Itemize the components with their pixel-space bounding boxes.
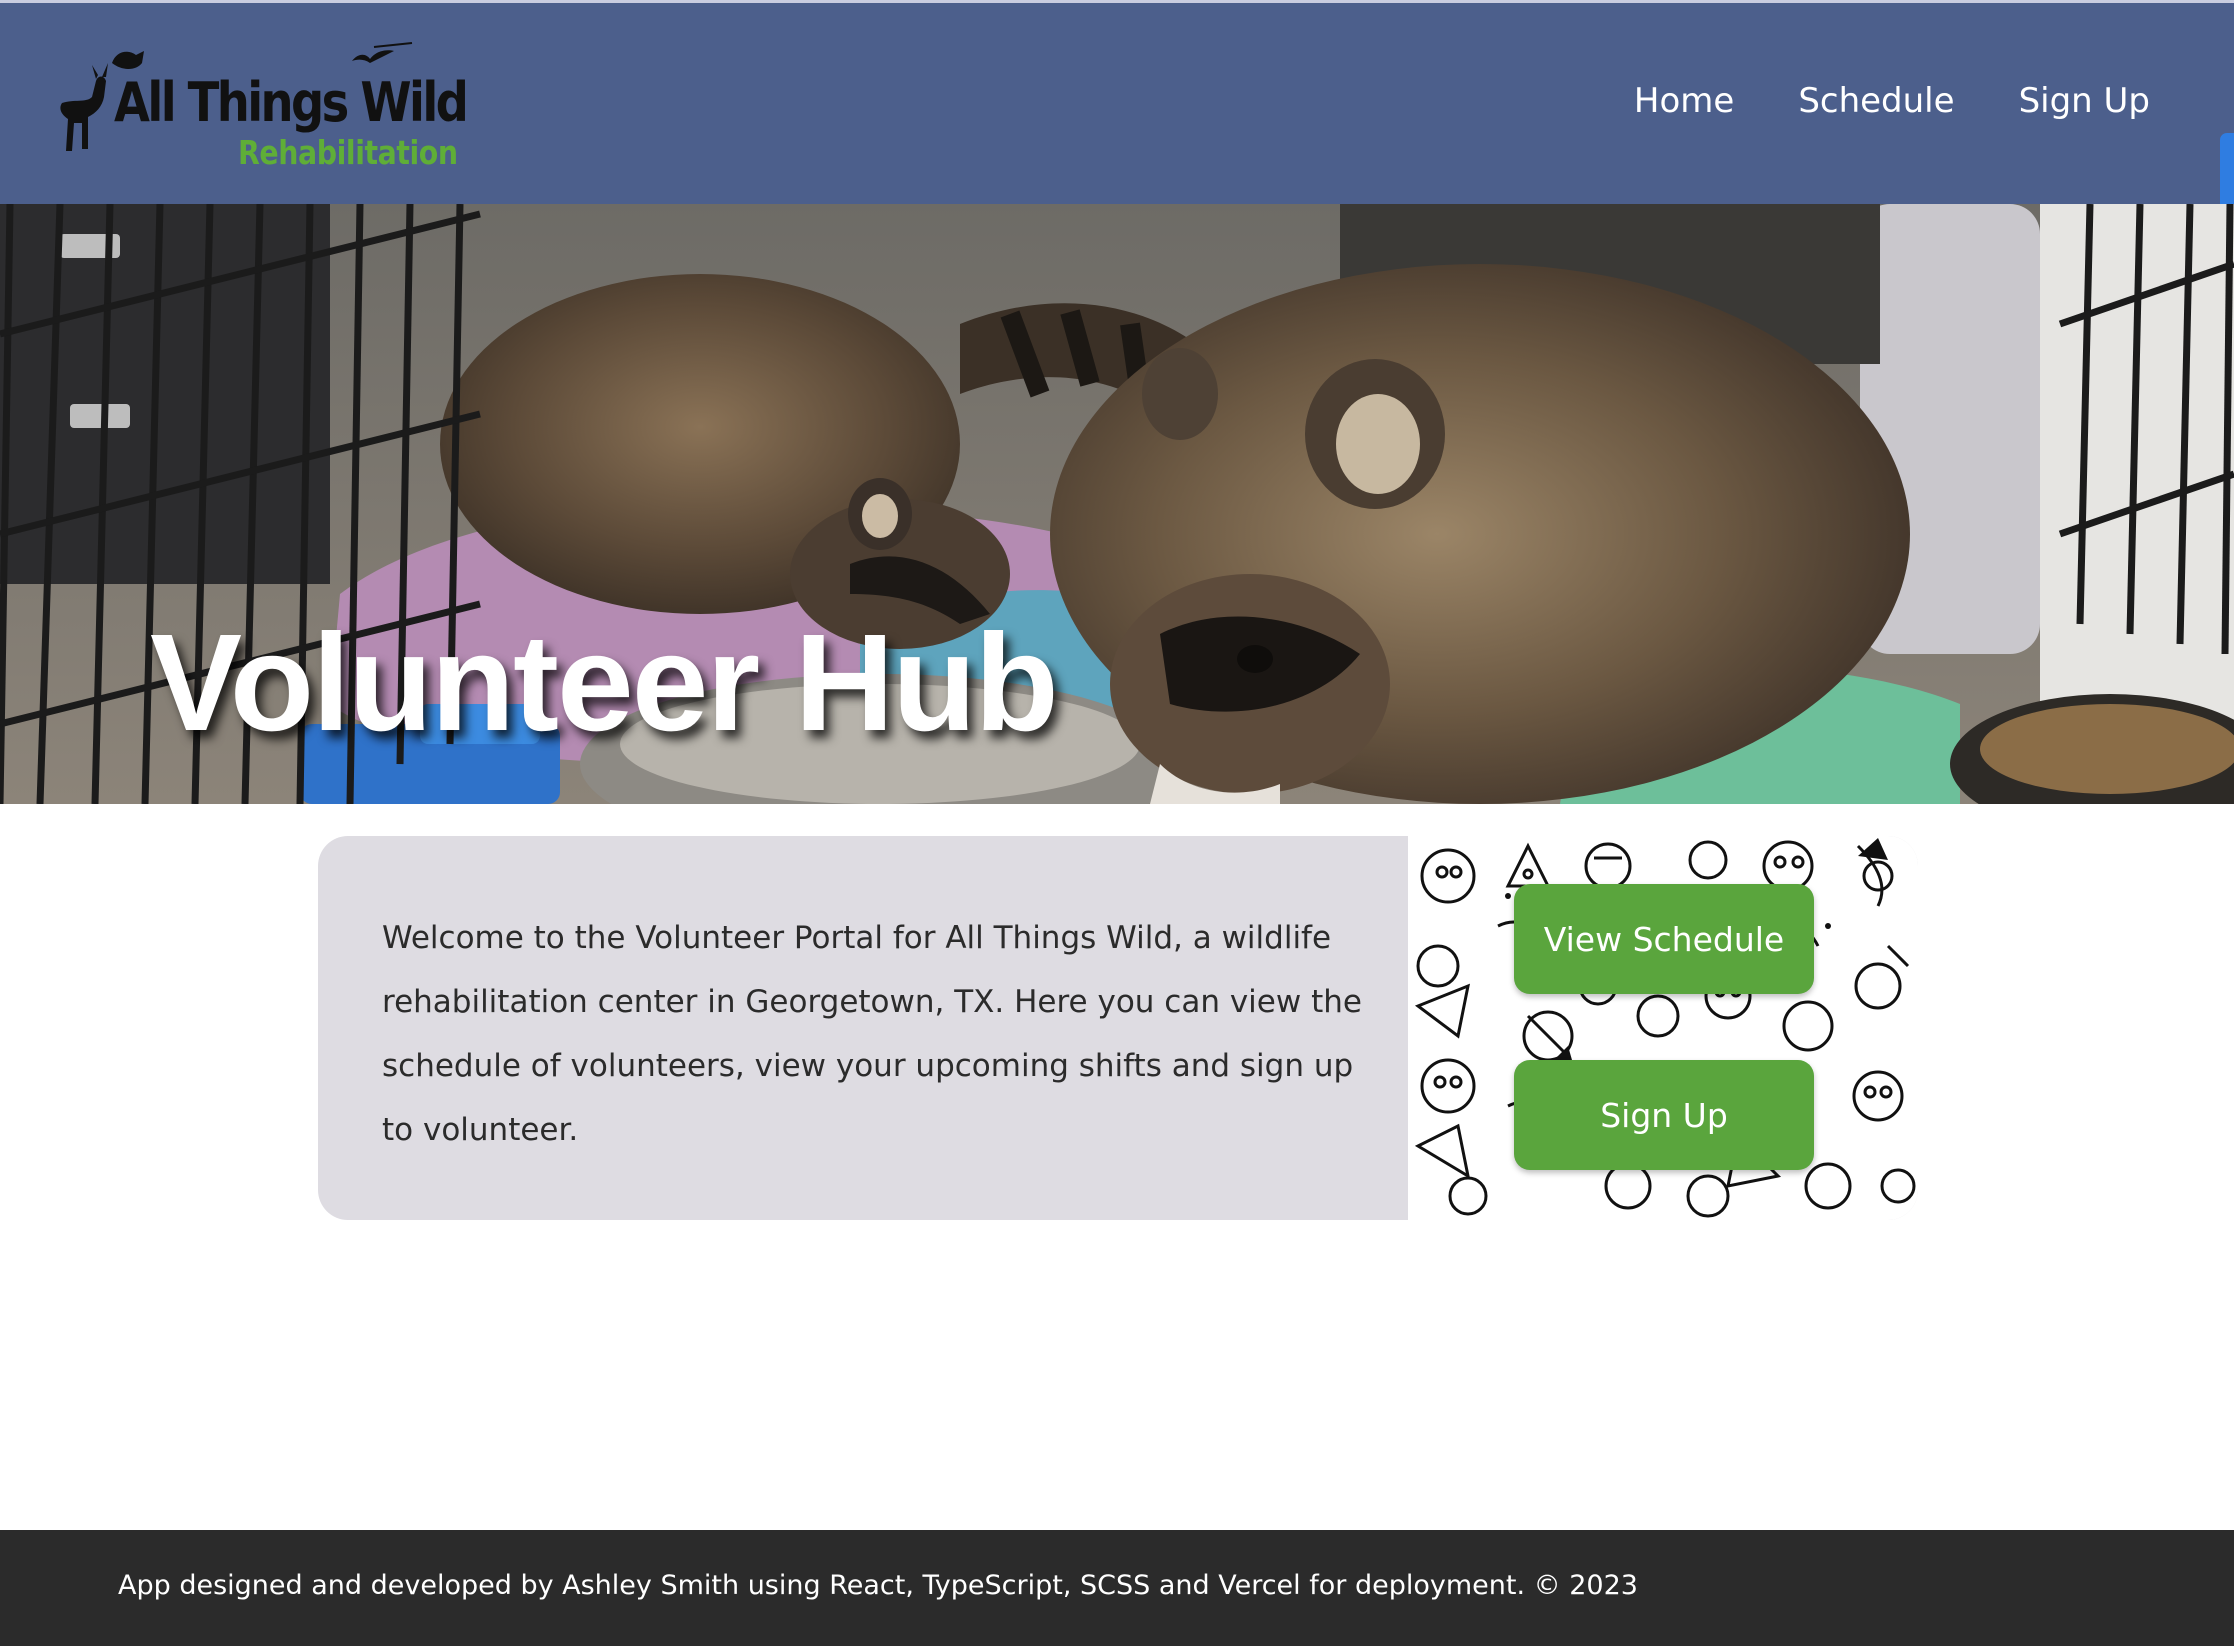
main-nav: Home Schedule Sign Up (1634, 81, 2150, 121)
footer-credits: App designed and developed by Ashley Smi… (118, 1570, 1638, 1601)
view-schedule-button[interactable]: View Schedule (1514, 884, 1814, 994)
page-title: Volunteer Hub (150, 606, 1059, 760)
sign-up-button[interactable]: Sign Up (1514, 1060, 1814, 1170)
site-footer: App designed and developed by Ashley Smi… (0, 1530, 2234, 1646)
logo-title: All Things Wild (114, 71, 469, 134)
intro-card: Welcome to the Volunteer Portal for All … (318, 836, 1918, 1220)
welcome-text: Welcome to the Volunteer Portal for All … (382, 920, 1362, 1148)
nav-schedule[interactable]: Schedule (1798, 81, 1954, 121)
nav-sign-up[interactable]: Sign Up (2019, 81, 2150, 121)
hero-banner: Volunteer Hub (0, 204, 2234, 804)
nav-home[interactable]: Home (1634, 81, 1734, 121)
site-header: All Things Wild Rehabilitation Home Sche… (0, 0, 2234, 233)
logo-subtitle: Rehabilitation (238, 133, 458, 172)
site-logo[interactable]: All Things Wild Rehabilitation (52, 41, 469, 172)
